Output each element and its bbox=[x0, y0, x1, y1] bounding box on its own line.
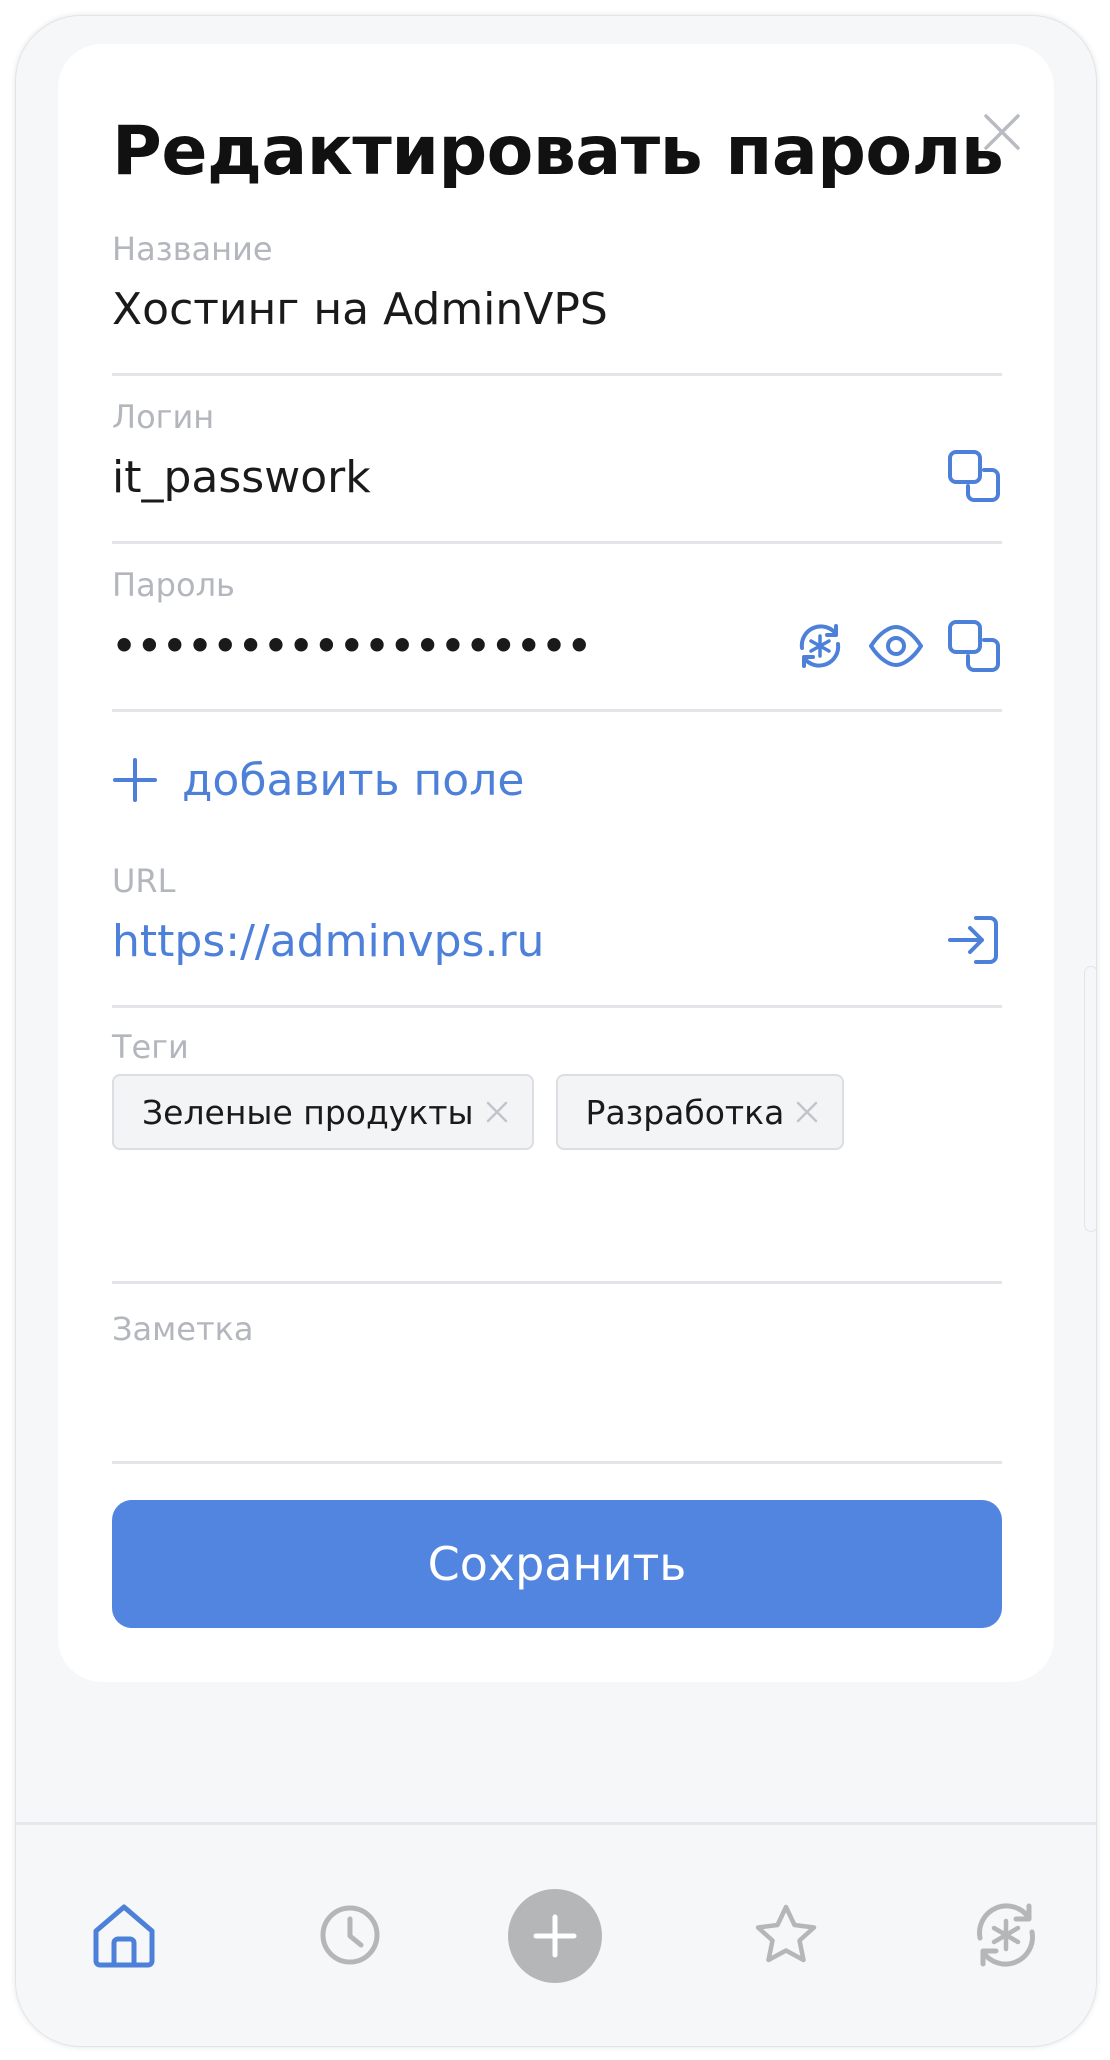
bottom-navigation bbox=[16, 1822, 1096, 2046]
login-value[interactable]: it_passwork bbox=[112, 452, 371, 503]
add-item-button[interactable] bbox=[508, 1889, 602, 1983]
url-field[interactable]: URL https://adminvps.ru bbox=[112, 862, 1002, 1008]
generate-password-icon[interactable] bbox=[792, 618, 848, 674]
tag-label: Разработка bbox=[585, 1092, 785, 1132]
close-icon[interactable] bbox=[794, 1099, 820, 1125]
plus-icon bbox=[533, 1914, 577, 1958]
edit-password-dialog: Редактировать пароль Название Хостинг на… bbox=[58, 44, 1054, 1682]
tag-label: Зеленые продукты bbox=[142, 1092, 474, 1132]
password-field[interactable]: Пароль ••••••••••••••••••• bbox=[112, 566, 1002, 712]
tags-list: Зеленые продукты Разработка bbox=[112, 1074, 845, 1150]
tags-label: Теги bbox=[112, 1028, 189, 1066]
tag-chip[interactable]: Зеленые продукты bbox=[112, 1074, 534, 1150]
open-link-icon[interactable] bbox=[946, 912, 1002, 968]
name-label: Название bbox=[112, 230, 273, 268]
phone-frame: Редактировать пароль Название Хостинг на… bbox=[15, 15, 1097, 2047]
clock-icon[interactable] bbox=[310, 1895, 390, 1975]
url-label: URL bbox=[112, 862, 176, 900]
login-field[interactable]: Логин it_passwork bbox=[112, 398, 1002, 544]
copy-icon[interactable] bbox=[946, 448, 1002, 504]
password-label: Пароль bbox=[112, 566, 235, 604]
copy-icon[interactable] bbox=[946, 618, 1002, 674]
add-field-label: добавить поле bbox=[182, 754, 525, 806]
login-label: Логин bbox=[112, 398, 215, 436]
star-icon[interactable] bbox=[746, 1895, 826, 1975]
note-label: Заметка bbox=[112, 1310, 254, 1348]
note-field[interactable]: Заметка bbox=[112, 1310, 1002, 1464]
home-icon[interactable] bbox=[84, 1895, 164, 1975]
name-value[interactable]: Хостинг на AdminVPS bbox=[112, 284, 608, 335]
side-scroll-handle bbox=[1084, 966, 1096, 1232]
url-value[interactable]: https://adminvps.ru bbox=[112, 916, 544, 967]
password-value[interactable]: ••••••••••••••••••• bbox=[112, 624, 592, 668]
dialog-title: Редактировать пароль bbox=[112, 112, 1004, 191]
save-button[interactable]: Сохранить bbox=[112, 1500, 1002, 1628]
plus-icon bbox=[113, 758, 157, 802]
close-icon[interactable] bbox=[484, 1099, 510, 1125]
tags-field: Теги Зеленые продукты Разработка bbox=[112, 1028, 1002, 1284]
eye-icon[interactable] bbox=[868, 618, 924, 674]
name-field[interactable]: Название Хостинг на AdminVPS bbox=[112, 230, 1002, 376]
add-field-button[interactable]: добавить поле bbox=[112, 750, 524, 810]
tag-chip[interactable]: Разработка bbox=[555, 1074, 845, 1150]
generator-icon[interactable] bbox=[966, 1895, 1046, 1975]
